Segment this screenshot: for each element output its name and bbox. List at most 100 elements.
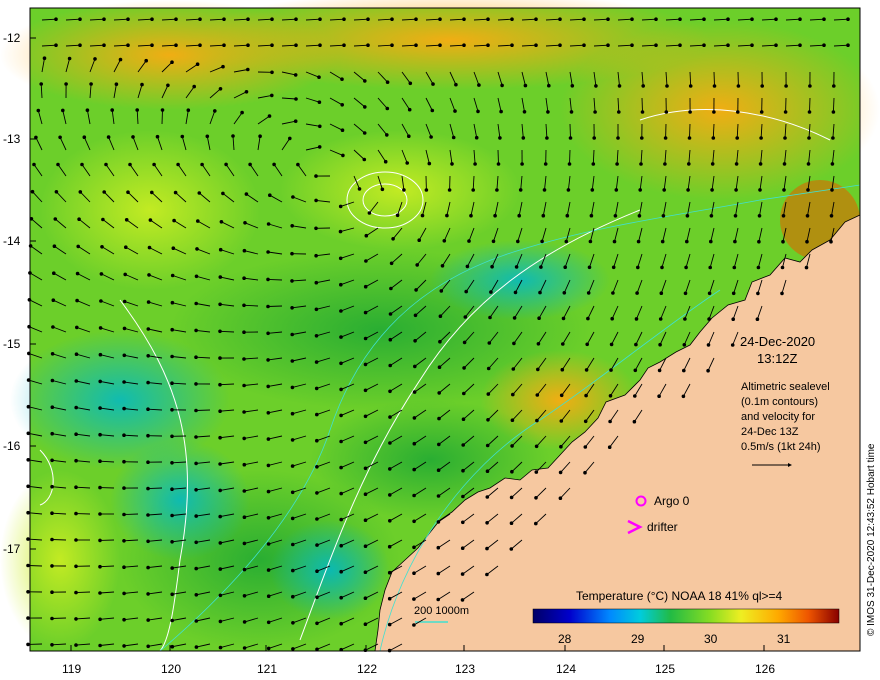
velocity-vector-head xyxy=(758,162,763,166)
velocity-vector-head xyxy=(219,220,224,224)
velocity-vector-head xyxy=(124,218,129,222)
velocity-vector-head xyxy=(242,594,247,598)
velocity-vector-head xyxy=(822,43,826,47)
velocity-vector-head xyxy=(534,521,538,526)
velocity-vector-head xyxy=(170,354,174,359)
velocity-vector-head xyxy=(64,82,68,86)
velocity-vector-head xyxy=(363,284,368,289)
velocity-vector-head xyxy=(462,340,467,345)
velocity-vector-head xyxy=(246,67,250,72)
velocity-vector-head xyxy=(683,291,688,296)
velocity-vector-head xyxy=(342,17,346,22)
velocity-vector-head xyxy=(750,43,754,47)
velocity-vector-head xyxy=(436,545,441,550)
velocity-vector-head xyxy=(218,302,222,307)
date-label: 24-Dec-2020 xyxy=(740,334,816,349)
velocity-vector-head xyxy=(242,541,247,546)
velocity-vector-head xyxy=(438,314,443,319)
velocity-vector-head xyxy=(293,73,298,77)
velocity-vector-head xyxy=(54,190,59,194)
velocity-vector-head xyxy=(339,569,344,574)
velocity-vector-head xyxy=(194,328,198,333)
velocity-vector-head xyxy=(412,545,416,550)
velocity-vector-head xyxy=(829,239,833,244)
velocity-vector-head xyxy=(222,43,226,47)
velocity-vector-head xyxy=(98,326,103,330)
velocity-vector-head xyxy=(783,136,787,140)
velocity-vector-head xyxy=(784,84,788,88)
velocity-vector-head xyxy=(195,247,199,251)
velocity-vector-head xyxy=(98,538,102,543)
velocity-vector-head xyxy=(405,161,410,165)
velocity-vector-head xyxy=(26,537,30,541)
velocity-vector-head xyxy=(339,439,343,444)
velocity-vector-head xyxy=(388,363,393,368)
velocity-vector-head xyxy=(266,516,271,520)
velocity-vector-head xyxy=(357,187,362,191)
velocity-vector-head xyxy=(78,43,82,47)
velocity-vector-head xyxy=(93,57,97,61)
velocity-vector-head xyxy=(630,17,634,22)
velocity-vector-head xyxy=(98,591,102,595)
velocity-vector-head xyxy=(846,43,850,47)
velocity-vector-head xyxy=(710,162,715,166)
velocity-vector-head xyxy=(543,162,548,166)
velocity-vector-head xyxy=(50,537,54,542)
velocity-vector-head xyxy=(591,162,596,166)
velocity-vector-head xyxy=(218,541,223,545)
velocity-vector-head xyxy=(390,17,394,22)
velocity-vector-head xyxy=(122,539,126,543)
velocity-vector-head xyxy=(412,441,417,446)
velocity-vector-head xyxy=(589,213,594,218)
velocity-vector-head xyxy=(67,56,72,61)
velocity-vector-head xyxy=(339,335,343,339)
velocity-vector-head xyxy=(617,84,622,88)
velocity-vector-head xyxy=(147,273,151,277)
velocity-vector-head xyxy=(388,519,392,523)
velocity-vector-head xyxy=(634,342,638,347)
velocity-vector xyxy=(713,71,715,87)
velocity-vector-head xyxy=(516,239,520,244)
velocity-vector-head xyxy=(268,193,272,197)
velocity-vector-head xyxy=(290,279,294,283)
velocity-vector-head xyxy=(485,443,490,448)
velocity-vector-head xyxy=(685,214,690,218)
velocity-vector-head xyxy=(565,213,570,218)
velocity-vector-head xyxy=(244,192,249,196)
velocity-vector-head xyxy=(51,325,55,329)
velocity-vector-head xyxy=(511,392,515,397)
velocity-vector-head xyxy=(74,352,79,357)
velocity-vector-head xyxy=(186,108,191,112)
velocity-vector-head xyxy=(315,543,319,547)
velocity-vector-head xyxy=(318,43,322,47)
velocity-vector-head xyxy=(194,593,199,597)
velocity-vector-head xyxy=(616,136,620,140)
velocity-vector-head xyxy=(387,622,392,627)
velocity-vector-head xyxy=(77,217,81,221)
lon-label-123: 123 xyxy=(455,662,476,676)
velocity-vector-head xyxy=(74,538,78,542)
velocity-vector-head xyxy=(100,245,104,249)
velocity-vector-head xyxy=(194,274,199,279)
isobath-label: 200 1000m xyxy=(414,605,470,617)
velocity-vector-head xyxy=(363,310,368,315)
velocity-vector-head xyxy=(438,43,442,47)
velocity-vector-head xyxy=(315,621,319,626)
velocity-vector-head xyxy=(363,414,368,419)
velocity-vector-head xyxy=(545,136,549,140)
velocity-vector-head xyxy=(314,334,319,338)
velocity-vector-head xyxy=(509,521,514,525)
velocity-vector-head xyxy=(509,495,514,500)
velocity-vector-head xyxy=(170,592,174,597)
lat-label-13: -13 xyxy=(3,132,21,146)
velocity-vector-head xyxy=(266,250,270,254)
velocity-vector-head xyxy=(583,445,588,449)
velocity-vector-head xyxy=(567,162,572,166)
velocity-vector-head xyxy=(58,135,62,140)
velocity-vector-head xyxy=(26,563,30,568)
velocity-vector-head xyxy=(540,239,544,244)
velocity-vector-head xyxy=(658,317,663,321)
velocity-vector-head xyxy=(122,353,127,358)
velocity-vector-head xyxy=(414,17,418,22)
velocity-vector-head xyxy=(547,83,551,88)
